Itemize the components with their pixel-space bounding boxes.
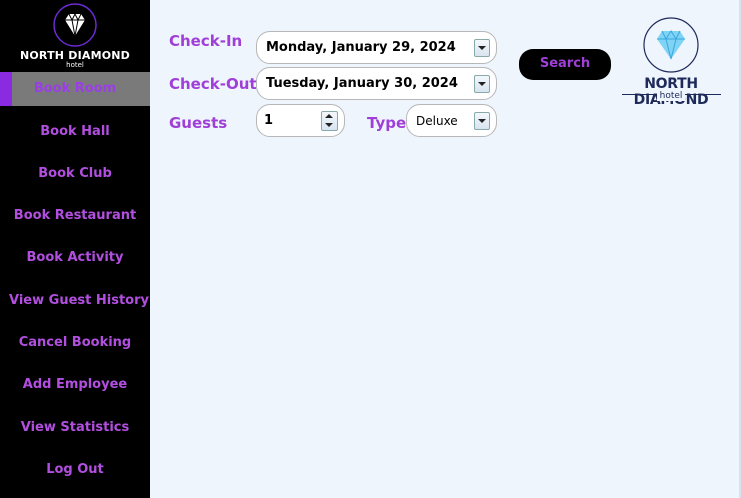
search-button[interactable]: Search — [519, 49, 611, 80]
sidebar-item-cancel-booking[interactable]: Cancel Booking — [0, 326, 150, 360]
type-label: Type — [367, 114, 407, 132]
diamond-logo-icon — [643, 17, 699, 73]
sidebar-item-book-club[interactable]: Book Club — [0, 157, 150, 191]
sidebar-item-add-employee[interactable]: Add Employee — [0, 368, 150, 402]
sidebar-item-book-restaurant[interactable]: Book Restaurant — [0, 199, 150, 233]
checkout-date-picker[interactable]: Tuesday, January 30, 2024 — [256, 67, 497, 100]
checkin-date-picker[interactable]: Monday, January 29, 2024 — [256, 31, 497, 64]
main-logo: NORTH DIAMOND hotel — [615, 14, 730, 108]
guests-stepper[interactable]: 1 — [256, 104, 345, 137]
sidebar-item-view-statistics[interactable]: View Statistics — [0, 411, 150, 445]
stepper-arrows-icon[interactable] — [321, 111, 338, 131]
guests-label: Guests — [169, 114, 228, 132]
sidebar-logo-sub: hotel — [66, 61, 84, 69]
sidebar-item-log-out[interactable]: Log Out — [0, 453, 150, 487]
checkout-label: Check-Out — [169, 75, 257, 93]
checkout-date-value: Tuesday, January 30, 2024 — [266, 76, 458, 91]
sidebar-item-book-activity[interactable]: Book Activity — [0, 241, 150, 275]
checkin-label: Check-In — [169, 32, 243, 50]
room-type-select[interactable]: Deluxe — [406, 104, 497, 137]
chevron-down-icon[interactable] — [474, 112, 490, 130]
main-logo-sub: hotel — [656, 91, 686, 101]
guests-value: 1 — [264, 113, 274, 128]
sidebar-item-book-hall[interactable]: Book Hall — [0, 115, 150, 149]
chevron-down-icon[interactable] — [474, 39, 490, 57]
sidebar-item-book-room[interactable]: Book Room — [0, 72, 150, 106]
checkin-date-value: Monday, January 29, 2024 — [266, 40, 456, 55]
chevron-down-icon[interactable] — [474, 75, 490, 93]
room-type-value: Deluxe — [416, 114, 458, 128]
sidebar: NORTH DIAMOND hotel Book Room Book Hall … — [0, 0, 150, 498]
diamond-logo-icon — [53, 3, 97, 47]
sidebar-logo: NORTH DIAMOND hotel — [0, 0, 150, 70]
sidebar-item-view-guest-history[interactable]: View Guest History — [4, 284, 154, 318]
